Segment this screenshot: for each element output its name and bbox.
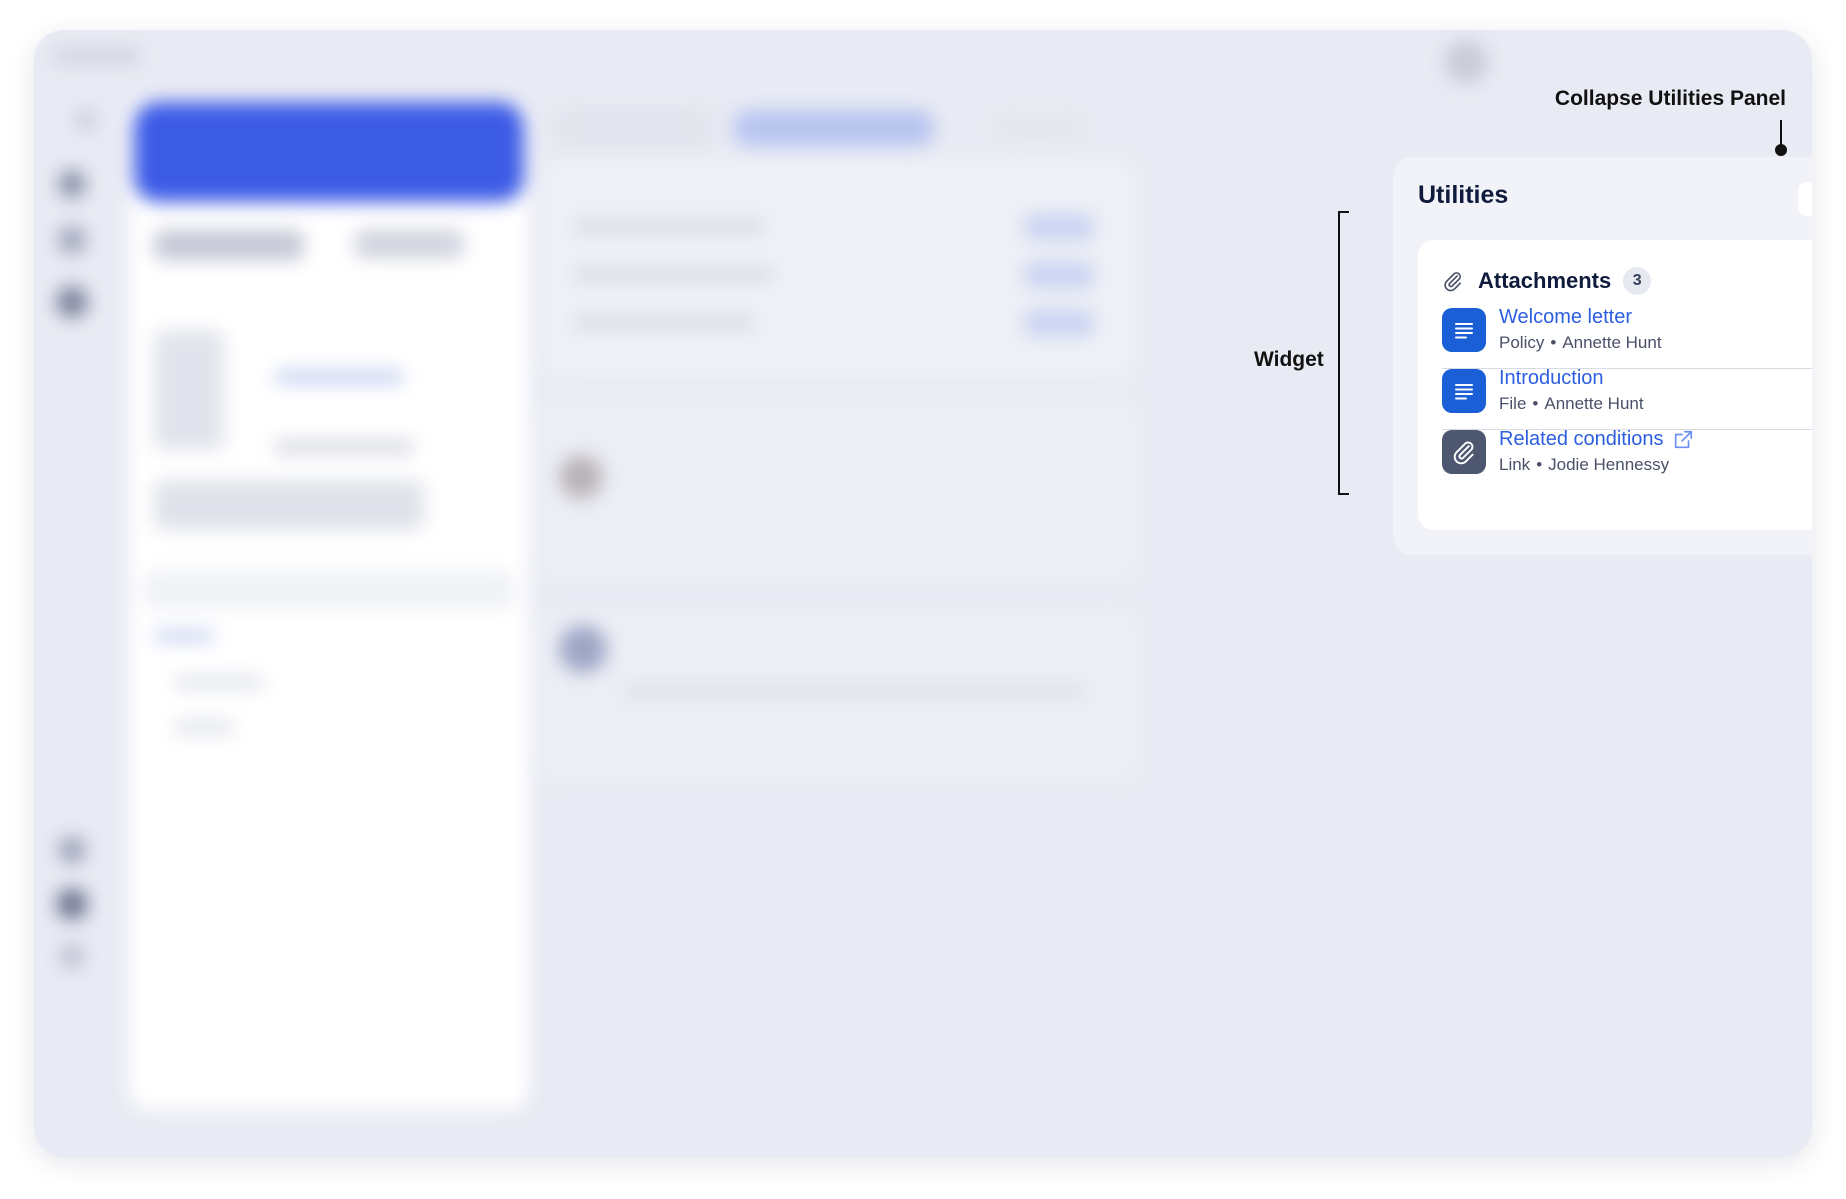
attachments-widget: Attachments 3 Welcome letter Policy • Anne…: [1418, 240, 1812, 530]
text-placeholder: [1024, 310, 1094, 336]
text-placeholder: [154, 480, 424, 530]
text-placeholder: [154, 230, 304, 260]
meta-separator: •: [1532, 394, 1539, 413]
utilities-panel: Utilities Attachments 3 Welcome letter P…: [1393, 157, 1812, 555]
widget-annotation: Widget: [1254, 348, 1324, 371]
tab: [734, 110, 934, 146]
text-placeholder: [574, 268, 774, 280]
caret-right-icon: [1809, 192, 1812, 206]
text-placeholder: [624, 685, 1084, 697]
text-placeholder: [154, 330, 224, 450]
text-placeholder: [354, 230, 464, 258]
app-logo: [52, 48, 142, 64]
item-more-menu-button[interactable]: [1808, 373, 1812, 403]
rail-icon: [56, 888, 88, 920]
text-placeholder: [574, 220, 764, 232]
text-placeholder: [144, 570, 514, 610]
attachment-count-badge: 3: [1623, 267, 1652, 295]
text-placeholder: [274, 370, 404, 384]
attachment-name: Introduction: [1499, 367, 1604, 389]
document-icon: [1442, 308, 1486, 352]
collapse-utilities-button[interactable]: [1798, 182, 1812, 216]
tab: [994, 116, 1084, 140]
text-placeholder: [174, 675, 264, 689]
meta-separator: •: [1536, 455, 1543, 474]
annotation-bracket: [1338, 493, 1349, 495]
attachment-type: File: [1499, 394, 1527, 413]
attachment-type: Policy: [1499, 333, 1545, 352]
attachment-name: Welcome letter: [1499, 306, 1633, 328]
rail-icon: [58, 170, 86, 198]
attachment-link[interactable]: Introduction: [1499, 367, 1604, 390]
utilities-title: Utilities: [1418, 181, 1509, 209]
text-placeholder: [1024, 214, 1094, 240]
highlight-card: [134, 102, 524, 202]
attachment-link[interactable]: Welcome letter: [1499, 306, 1632, 329]
attachment-author: Annette Hunt: [1544, 394, 1644, 413]
attachment-author: Annette Hunt: [1562, 333, 1662, 352]
tab: [554, 110, 714, 146]
rail-icon: [60, 944, 84, 968]
app-window: Utilities Attachments 3 Welcome letter P…: [34, 30, 1812, 1157]
text-placeholder: [154, 630, 214, 642]
rail-icon: [56, 286, 88, 318]
widget-more-menu-button[interactable]: [1808, 266, 1812, 296]
attachment-meta: Link • Jodie Hennessy: [1499, 455, 1669, 475]
meta-separator: •: [1550, 333, 1557, 352]
attachment-item[interactable]: Welcome letter Policy • Annette Hunt: [1442, 298, 1812, 368]
widget-header: Attachments 3: [1442, 261, 1652, 301]
attachment-author: Jodie Hennessy: [1548, 455, 1670, 474]
text-placeholder: [174, 720, 234, 734]
rail-icon: [76, 110, 96, 130]
attachment-item[interactable]: Introduction File • Annette Hunt: [1442, 359, 1812, 429]
text-placeholder: [274, 440, 414, 454]
attachment-meta: Policy • Annette Hunt: [1499, 333, 1662, 353]
annotation-leader-dot: [1775, 144, 1787, 156]
text-placeholder: [1024, 262, 1094, 288]
rail-icon: [58, 836, 86, 864]
avatar: [559, 625, 607, 673]
annotation-bracket: [1338, 211, 1340, 495]
collapse-panel-annotation: Collapse Utilities Panel: [1554, 87, 1786, 110]
widget-title: Attachments: [1478, 268, 1612, 293]
external-link-icon: [1674, 430, 1692, 448]
item-more-menu-button[interactable]: [1808, 312, 1812, 342]
content-card: [539, 400, 1139, 580]
attachment-meta: File • Annette Hunt: [1499, 394, 1644, 414]
item-more-menu-button[interactable]: [1808, 434, 1812, 464]
rail-icon: [58, 226, 86, 254]
avatar: [559, 455, 603, 499]
text-placeholder: [574, 316, 754, 328]
avatar: [1444, 40, 1488, 84]
annotation-bracket: [1338, 211, 1349, 213]
attachment-type: Link: [1499, 455, 1531, 474]
paperclip-icon: [1442, 430, 1486, 474]
document-icon: [1442, 369, 1486, 413]
attachment-link[interactable]: Related conditions: [1499, 428, 1694, 451]
attachment-name: Related conditions: [1499, 428, 1664, 450]
attachment-item[interactable]: Related conditions Link • Jodie Hennessy: [1442, 420, 1812, 490]
paperclip-icon: [1444, 272, 1462, 292]
